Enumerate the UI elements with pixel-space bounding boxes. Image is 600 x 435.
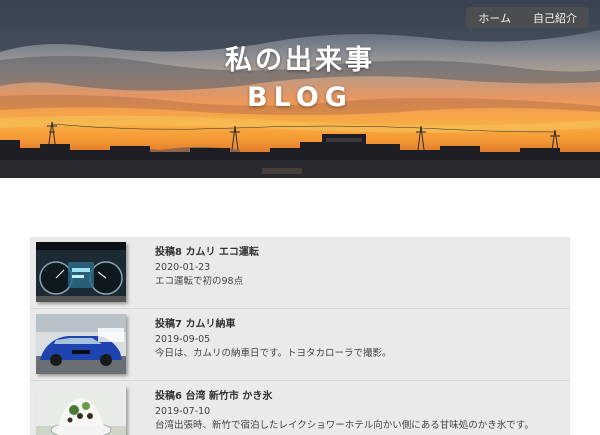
site-subtitle: BLOG xyxy=(247,82,353,113)
hero-banner: ホーム 自己紹介 私の出来事 BLOG xyxy=(0,0,600,178)
nav-home-link[interactable]: ホーム xyxy=(478,10,511,26)
post-description: 今日は、カムリの納車日です。トヨタカローラで撮影。 xyxy=(155,348,392,359)
post-date: 2019-09-05 xyxy=(155,334,211,345)
post-title[interactable]: 投稿7 カムリ納車 xyxy=(155,315,235,330)
post-description: エコ運転で初の98点 xyxy=(155,276,244,287)
post-title[interactable]: 投稿8 カムリ エコ運転 xyxy=(155,243,259,258)
post-thumbnail[interactable] xyxy=(36,242,126,302)
nav-about-link[interactable]: 自己紹介 xyxy=(533,10,577,26)
list-item[interactable]: 投稿7 カムリ納車 2019-09-05 今日は、カムリの納車日です。トヨタカロ… xyxy=(30,309,570,381)
site-title: 私の出来事 xyxy=(225,45,375,76)
top-nav: ホーム 自己紹介 xyxy=(466,7,589,28)
post-list: 投稿8 カムリ エコ運転 2020-01-23 エコ運転で初の98点 投稿7 カ… xyxy=(30,237,570,435)
blue-car-photo-icon xyxy=(36,314,126,374)
shaved-ice-photo-icon xyxy=(36,386,126,435)
post-thumbnail[interactable] xyxy=(36,314,126,374)
post-description: 台湾出張時、新竹で宿泊したレイクショワーホテル向かい側にある甘味処のかき氷です。 xyxy=(155,420,534,431)
dashboard-photo-icon xyxy=(36,242,126,302)
post-thumbnail[interactable] xyxy=(36,386,126,435)
list-item[interactable]: 投稿8 カムリ エコ運転 2020-01-23 エコ運転で初の98点 xyxy=(30,237,570,309)
post-date: 2019-07-10 xyxy=(155,406,211,417)
list-item[interactable]: 投稿6 台湾 新竹市 かき氷 2019-07-10 台湾出張時、新竹で宿泊したレ… xyxy=(30,381,570,435)
post-date: 2020-01-23 xyxy=(155,262,211,273)
post-title[interactable]: 投稿6 台湾 新竹市 かき氷 xyxy=(155,387,272,402)
